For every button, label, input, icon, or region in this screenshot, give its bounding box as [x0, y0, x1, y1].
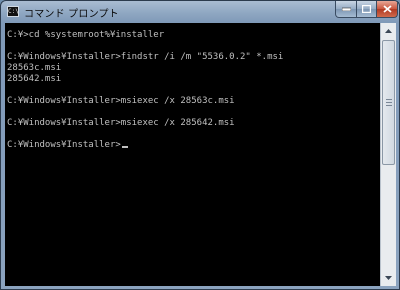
close-icon	[382, 5, 392, 13]
maximize-button[interactable]	[356, 1, 377, 18]
console-line: C:¥Windows¥Installer>findstr /i /m "5536…	[7, 52, 284, 62]
scroll-thumb[interactable]	[382, 40, 395, 165]
minimize-button[interactable]	[335, 1, 357, 18]
command-prompt-window: C:\ コマンド プロンプト C:¥>cd %systemroot%¥insta…	[0, 0, 400, 290]
grip-line	[386, 105, 392, 106]
arrow-down-icon	[385, 276, 392, 280]
close-button[interactable]	[376, 1, 398, 18]
console-line: 285642.msi	[7, 74, 62, 84]
text-cursor	[121, 146, 128, 148]
arrow-up-icon	[385, 29, 392, 33]
console-line: C:¥Windows¥Installer>msiexec /x 285642.m…	[7, 118, 235, 128]
scroll-down-button[interactable]	[381, 270, 396, 286]
prompt-text: C:¥Windows¥Installer>	[7, 140, 121, 150]
console-line: 28563c.msi	[7, 63, 62, 73]
minimize-icon	[341, 7, 351, 11]
grip-line	[386, 102, 392, 103]
scroll-up-button[interactable]	[381, 23, 396, 39]
window-title: コマンド プロンプト	[24, 9, 119, 20]
maximize-icon	[362, 5, 371, 13]
console-line: C:¥>cd %systemroot%¥installer	[7, 30, 165, 40]
console-output[interactable]: C:¥>cd %systemroot%¥installer C:¥Windows…	[5, 23, 380, 286]
grip-line	[386, 99, 392, 100]
vertical-scrollbar[interactable]	[380, 23, 396, 286]
console-line: C:¥Windows¥Installer>msiexec /x 28563c.m…	[7, 96, 235, 106]
title-bar[interactable]: C:\ コマンド プロンプト	[1, 1, 399, 23]
command-prompt-icon[interactable]: C:\	[7, 6, 19, 17]
prompt-line: C:¥Windows¥Installer>	[7, 140, 128, 151]
